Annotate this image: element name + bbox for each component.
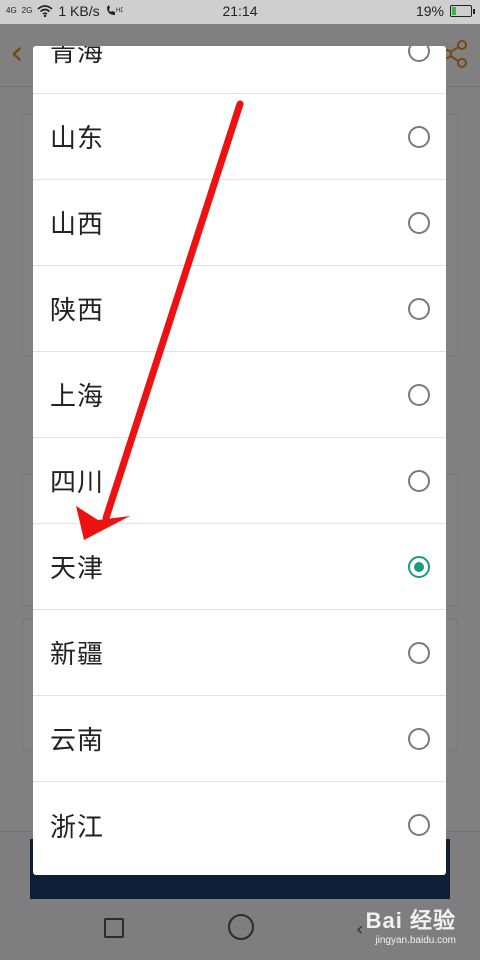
province-picker-dialog: 青海 山东 山西 陕西 上海 四川 天津 新疆 云南 浙江 <box>33 46 446 875</box>
option-label: 新疆 <box>50 640 105 670</box>
option-row[interactable]: 上海 <box>33 352 446 438</box>
battery-icon <box>450 5 475 17</box>
option-label: 天津 <box>50 554 105 584</box>
option-label: 陕西 <box>50 296 105 326</box>
baidu-watermark: Bai 经验 jingyan.baidu.com <box>366 903 456 946</box>
option-row[interactable]: 天津 <box>33 524 446 610</box>
option-label: 浙江 <box>50 812 105 843</box>
radio-button[interactable] <box>408 211 430 234</box>
option-label: 山东 <box>50 124 105 154</box>
radio-button-checked[interactable] <box>408 555 430 578</box>
radio-button[interactable] <box>408 641 430 664</box>
watermark-url: jingyan.baidu.com <box>375 935 456 946</box>
option-row[interactable]: 浙江 <box>33 782 446 868</box>
option-row[interactable]: 新疆 <box>33 610 446 696</box>
radio-button[interactable] <box>408 469 430 492</box>
option-row[interactable]: 陕西 <box>33 266 446 352</box>
option-row[interactable]: 青海 <box>33 46 446 94</box>
option-list: 青海 山东 山西 陕西 上海 四川 天津 新疆 云南 浙江 <box>33 46 446 868</box>
radio-button[interactable] <box>408 814 430 836</box>
option-row[interactable]: 四川 <box>33 438 446 524</box>
option-row[interactable]: 山东 <box>33 94 446 180</box>
option-label: 青海 <box>50 46 105 68</box>
status-bar: 4G 2G 1 KB/s HD 21:14 19% <box>0 0 480 24</box>
battery-percent: 19% <box>415 3 444 19</box>
option-label: 山西 <box>50 210 105 240</box>
watermark-brand: Bai 经验 <box>365 908 456 933</box>
radio-button[interactable] <box>408 383 430 406</box>
radio-button[interactable] <box>408 125 430 148</box>
radio-button[interactable] <box>408 46 430 62</box>
status-time: 21:14 <box>222 3 258 19</box>
radio-button[interactable] <box>408 297 430 320</box>
option-row[interactable]: 云南 <box>33 696 446 782</box>
option-row[interactable]: 山西 <box>33 180 446 266</box>
option-label: 上海 <box>50 382 105 412</box>
option-label: 四川 <box>50 468 105 498</box>
option-label: 云南 <box>50 726 105 756</box>
radio-button[interactable] <box>408 727 430 750</box>
